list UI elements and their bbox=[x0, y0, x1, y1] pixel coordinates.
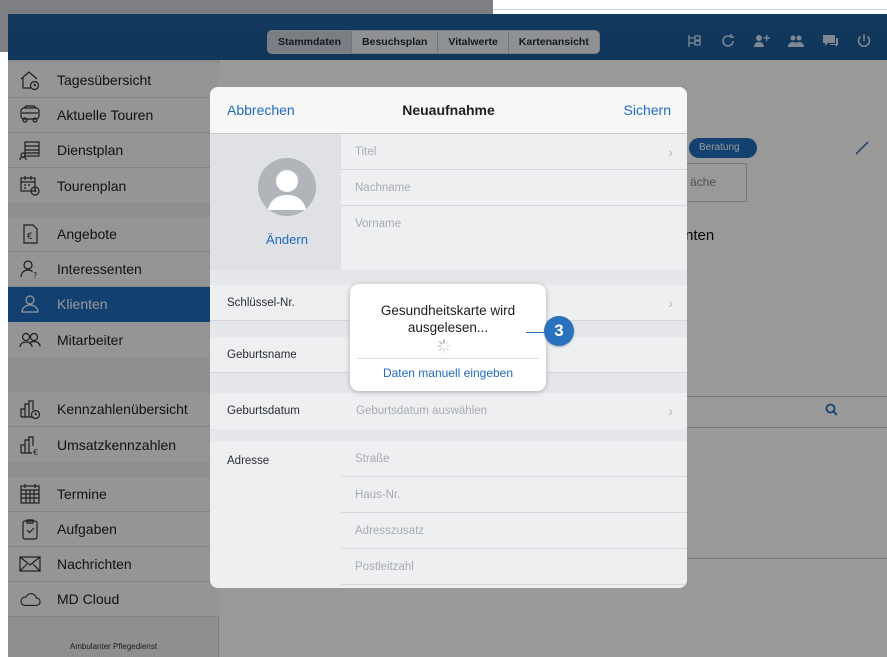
avatar[interactable] bbox=[258, 158, 316, 216]
background-decoration bbox=[0, 14, 8, 52]
postal-code-field[interactable]: Postleitzahl bbox=[341, 549, 687, 585]
first-name-placeholder: Vorname bbox=[355, 218, 402, 230]
birth-date-placeholder: Geburtsdatum auswählen bbox=[356, 405, 488, 417]
loading-spinner-icon bbox=[437, 339, 451, 353]
manual-entry-button[interactable]: Daten manuell eingeben bbox=[350, 366, 546, 380]
modal-header: Abbrechen Neuaufnahme Sichern bbox=[210, 87, 687, 134]
birth-date-row[interactable]: Geburtsdatum Geburtsdatum auswählen › bbox=[210, 393, 687, 429]
first-name-field[interactable]: Vorname bbox=[341, 206, 687, 242]
chevron-right-icon: › bbox=[668, 295, 673, 311]
key-number-label: Schlüssel-Nr. bbox=[227, 297, 295, 309]
address-section: Adresse Straße Haus-Nr. Adresszusatz Pos… bbox=[210, 441, 687, 588]
street-field[interactable]: Straße bbox=[341, 441, 687, 477]
change-photo-button[interactable]: Ändern bbox=[242, 232, 332, 247]
last-name-field[interactable]: Nachname bbox=[341, 170, 687, 206]
background-decoration bbox=[0, 0, 493, 14]
title-field[interactable]: Titel › bbox=[341, 134, 687, 170]
postal-code-placeholder: Postleitzahl bbox=[355, 561, 414, 573]
card-reading-alert: Gesundheitskarte wird ausgelesen... Date… bbox=[350, 284, 546, 391]
background-divider bbox=[493, 9, 887, 10]
tablet-screen: Stammdaten Besuchsplan Vitalwerte Karten… bbox=[8, 14, 887, 657]
title-placeholder: Titel bbox=[355, 146, 377, 158]
birth-date-label: Geburtsdatum bbox=[227, 405, 300, 417]
alert-message: Gesundheitskarte wird ausgelesen... bbox=[380, 303, 516, 335]
last-name-placeholder: Nachname bbox=[355, 182, 411, 194]
birth-name-label: Geburtsname bbox=[227, 349, 297, 361]
chevron-right-icon: › bbox=[668, 144, 673, 160]
house-number-field[interactable]: Haus-Nr. bbox=[341, 477, 687, 513]
address-label: Adresse bbox=[227, 455, 270, 467]
house-number-placeholder: Haus-Nr. bbox=[355, 489, 401, 501]
address-suffix-field[interactable]: Adresszusatz bbox=[341, 513, 687, 549]
name-fields: Titel › Nachname Vorname bbox=[341, 134, 687, 270]
alert-divider bbox=[358, 358, 538, 359]
address-suffix-placeholder: Adresszusatz bbox=[355, 525, 425, 537]
callout-line bbox=[526, 332, 544, 333]
street-placeholder: Straße bbox=[355, 453, 390, 465]
save-button[interactable]: Sichern bbox=[624, 102, 671, 118]
step-callout-badge: 3 bbox=[544, 316, 574, 346]
screen: Stammdaten Besuchsplan Vitalwerte Karten… bbox=[0, 0, 887, 657]
modal-title: Neuaufnahme bbox=[402, 102, 495, 118]
chevron-right-icon: › bbox=[668, 403, 673, 419]
